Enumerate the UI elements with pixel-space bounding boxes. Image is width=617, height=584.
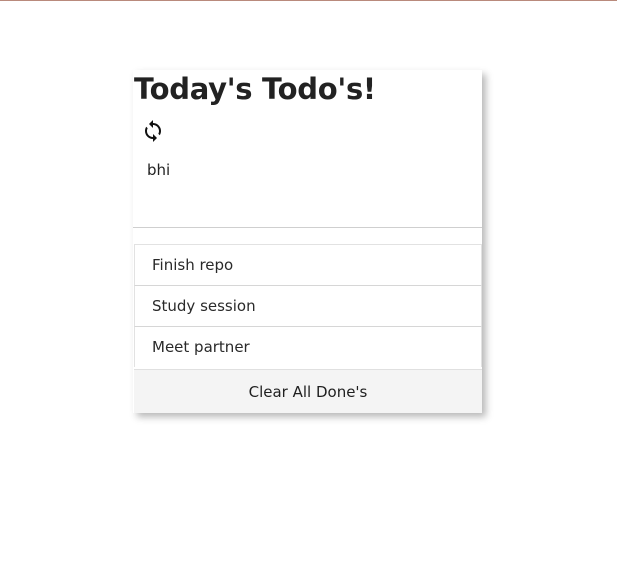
todo-list: Finish repo Study session Meet partner [134, 244, 482, 367]
todo-item-study-session[interactable]: Study session [134, 285, 482, 326]
todo-item-finish-repo[interactable]: Finish repo [134, 244, 482, 285]
top-divider [0, 0, 617, 1]
refresh-icon[interactable] [141, 119, 165, 143]
page-title: Today's Todo's! [134, 72, 376, 106]
clear-done-button[interactable]: Clear All Done's [134, 369, 482, 413]
todo-item-meet-partner[interactable]: Meet partner [134, 326, 482, 367]
todo-input[interactable] [133, 156, 482, 228]
todo-card: Today's Todo's! Finish repo Study sessio… [133, 70, 482, 413]
